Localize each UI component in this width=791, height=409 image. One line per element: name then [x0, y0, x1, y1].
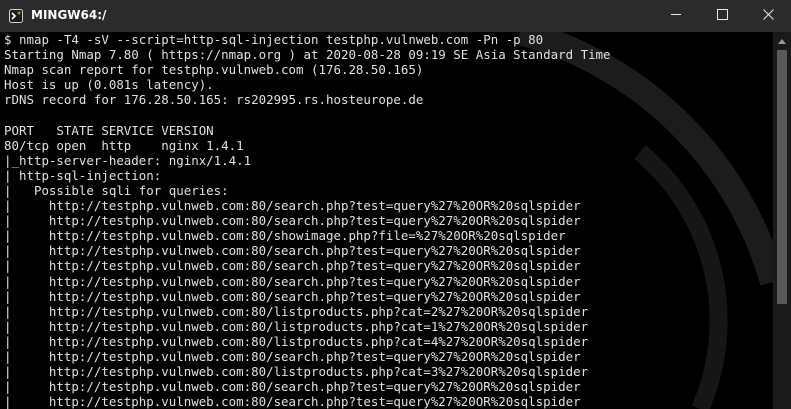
close-icon — [762, 7, 774, 25]
terminal-output[interactable]: $ nmap -T4 -sV --script=http-sql-injecti… — [0, 32, 773, 409]
terminal-line: | http://testphp.vulnweb.com:80/search.p… — [4, 213, 581, 229]
scroll-thumb[interactable] — [777, 50, 787, 304]
window-title: MINGW64:/ — [31, 8, 107, 22]
terminal-line: | http://testphp.vulnweb.com:80/search.p… — [4, 348, 581, 364]
maximize-button[interactable] — [699, 0, 745, 32]
terminal-line: | http://testphp.vulnweb.com:80/search.p… — [4, 379, 581, 395]
terminal-line: rDNS record for 176.28.50.165: rs202995.… — [4, 92, 424, 108]
terminal-line: | http://testphp.vulnweb.com:80/listprod… — [4, 318, 589, 334]
vertical-scrollbar[interactable] — [773, 32, 791, 409]
terminal-line: | http://testphp.vulnweb.com:80/search.p… — [4, 243, 581, 259]
terminal-line: PORT STATE SERVICE VERSION — [4, 122, 214, 138]
terminal-line: $ nmap -T4 -sV --script=http-sql-injecti… — [4, 32, 544, 47]
terminal-line: | http-sql-injection: — [4, 167, 162, 183]
terminal-line: | http://testphp.vulnweb.com:80/search.p… — [4, 273, 581, 289]
mingw-terminal-icon — [9, 9, 23, 23]
terminal-line: | http://testphp.vulnweb.com:80/listprod… — [4, 303, 589, 319]
minimize-icon — [670, 7, 682, 25]
chevron-up-icon — [778, 31, 786, 49]
terminal-line: | Possible sqli for queries: — [4, 182, 229, 198]
terminal-window: MINGW64:/ $ nmap -T4 -sV --script=http-s… — [0, 0, 791, 409]
terminal-line: Nmap scan report for testphp.vulnweb.com… — [4, 62, 424, 78]
title-bar[interactable]: MINGW64:/ — [0, 0, 791, 32]
terminal-line: | http://testphp.vulnweb.com:80/search.p… — [4, 288, 581, 304]
maximize-icon — [716, 7, 728, 25]
terminal-line: 80/tcp open http nginx 1.4.1 — [4, 137, 244, 153]
close-button[interactable] — [745, 0, 791, 32]
terminal-line: | http://testphp.vulnweb.com:80/search.p… — [4, 394, 581, 409]
terminal-lines: $ nmap -T4 -sV --script=http-sql-injecti… — [4, 32, 611, 409]
terminal-line: | http://testphp.vulnweb.com:80/search.p… — [4, 198, 581, 214]
minimize-button[interactable] — [653, 0, 699, 32]
terminal-line: Starting Nmap 7.80 ( https://nmap.org ) … — [4, 47, 611, 63]
terminal-line: | http://testphp.vulnweb.com:80/search.p… — [4, 258, 581, 274]
terminal-line: |_http-server-header: nginx/1.4.1 — [4, 152, 252, 168]
terminal-line: | http://testphp.vulnweb.com:80/showimag… — [4, 228, 566, 244]
terminal-line: | http://testphp.vulnweb.com:80/listprod… — [4, 364, 589, 380]
terminal-line: Host is up (0.081s latency). — [4, 77, 214, 93]
terminal-line: | http://testphp.vulnweb.com:80/listprod… — [4, 333, 589, 349]
scroll-up-button[interactable] — [773, 32, 791, 48]
